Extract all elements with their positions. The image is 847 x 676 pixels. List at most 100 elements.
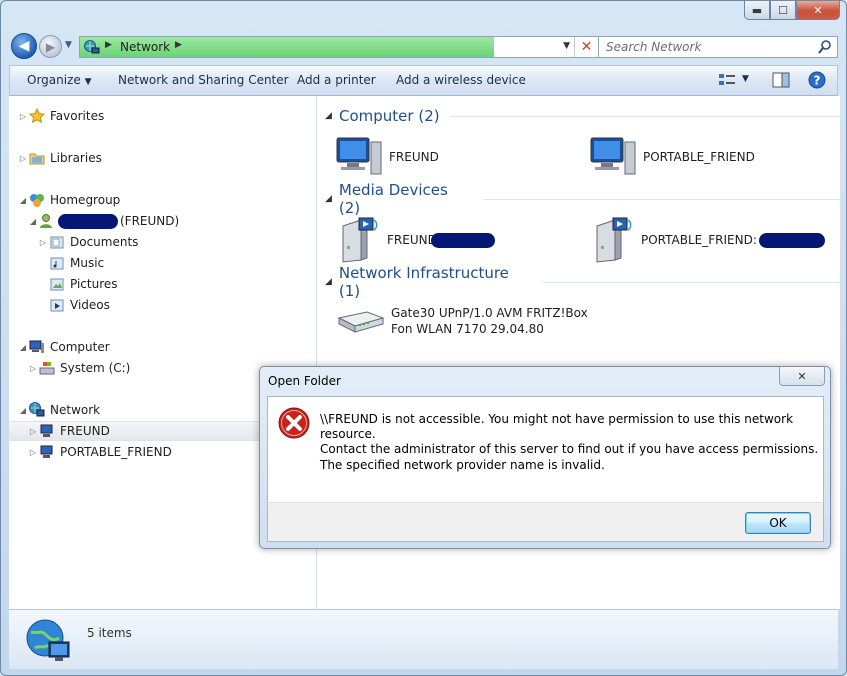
network-icon <box>29 402 45 417</box>
error-icon <box>278 407 310 439</box>
tile-label: FREUND <box>387 232 495 248</box>
dialog-title: Open Folder <box>268 374 341 388</box>
tile-label: PORTABLE_FRIEND: <box>641 232 825 248</box>
group-divider <box>482 198 840 200</box>
computer-tile-portable-friend[interactable]: PORTABLE_FRIEND <box>589 136 755 178</box>
error-message: \\FREUND is not accessible. You might no… <box>320 412 823 457</box>
group-title: Computer (2) <box>339 107 440 125</box>
tree-item-pictures[interactable]: Pictures <box>49 274 118 294</box>
address-bar[interactable]: ▶ Network ▶ ▼ ✕ <box>79 36 599 58</box>
tree-item-network[interactable]: ◢ Network <box>17 400 100 420</box>
videos-icon <box>50 299 64 312</box>
expand-arrow-icon[interactable]: ▷ <box>17 154 29 163</box>
tree-item-homegroup[interactable]: ◢ Homegroup <box>17 190 120 210</box>
media-tile-freund[interactable]: FREUND <box>339 216 495 264</box>
address-row: ◀ ▶ ▼ ▶ Network ▶ ▼ ✕ Search Network <box>9 31 838 61</box>
tree-label: Favorites <box>50 109 105 123</box>
tree-item-computer[interactable]: ◢ Computer <box>17 337 110 357</box>
redacted-name <box>430 233 495 248</box>
media-server-icon <box>342 217 378 263</box>
expand-arrow-icon[interactable]: ▷ <box>27 364 39 373</box>
homegroup-icon <box>30 194 44 207</box>
back-arrow-icon: ◀ <box>18 38 30 54</box>
maximize-button[interactable]: ☐ <box>770 1 796 20</box>
chevron-down-icon: ▼ <box>65 40 72 50</box>
item-count: 5 items <box>87 626 132 640</box>
group-header-computer[interactable]: ◢ Computer (2) <box>325 105 840 127</box>
command-bar: Organize ▼ Network and Sharing Center Ad… <box>9 65 838 96</box>
add-printer-button[interactable]: Add a printer <box>297 73 376 87</box>
network-icon <box>84 40 100 54</box>
group-title: Media Devices (2) <box>338 181 448 217</box>
breadcrumb-separator-icon[interactable]: ▶ <box>105 40 112 50</box>
breadcrumb-separator-icon[interactable]: ▶ <box>175 40 182 50</box>
dialog-footer: OK <box>267 502 824 542</box>
computer-icon <box>590 137 636 175</box>
collapse-arrow-icon[interactable]: ◢ <box>17 343 29 352</box>
group-collapse-icon[interactable]: ◢ <box>325 111 339 121</box>
computer-tile-freund[interactable]: FREUND <box>335 136 439 178</box>
address-dropdown-icon[interactable]: ▼ <box>563 41 570 51</box>
drive-icon <box>39 362 55 375</box>
stop-loading-button[interactable]: ✕ <box>574 37 598 57</box>
details-pane: 5 items <box>9 609 838 669</box>
group-collapse-icon[interactable]: ◢ <box>325 194 339 204</box>
back-button[interactable]: ◀ <box>11 33 37 59</box>
group-header-media-devices[interactable]: ◢ Media Devices (2) <box>325 181 840 217</box>
tree-item-videos[interactable]: Videos <box>49 295 110 315</box>
group-header-network-infrastructure[interactable]: ◢ Network Infrastructure (1) <box>325 264 840 300</box>
search-placeholder: Search Network <box>606 40 702 54</box>
expand-arrow-icon[interactable]: ▷ <box>17 112 29 121</box>
expand-arrow-icon[interactable]: ▷ <box>37 238 49 247</box>
group-collapse-icon[interactable]: ◢ <box>325 277 339 287</box>
dialog-close-button[interactable]: ✕ <box>779 367 825 386</box>
tree-item-documents[interactable]: ▷ Documents <box>37 232 139 252</box>
star-icon <box>29 108 45 124</box>
infrastructure-tile-fritzbox[interactable]: Gate30 UPnP/1.0 AVM FRITZ!Box Fon WLAN 71… <box>335 304 588 338</box>
collapse-arrow-icon[interactable]: ◢ <box>17 196 29 205</box>
search-icon[interactable] <box>818 39 832 55</box>
network-sharing-center-button[interactable]: Network and Sharing Center <box>118 73 289 87</box>
tree-item-system-c[interactable]: ▷ System (C:) <box>27 358 130 378</box>
svg-text:?: ? <box>814 74 821 88</box>
tree-item-libraries[interactable]: ▷ Libraries <box>17 148 102 168</box>
help-icon[interactable]: ? <box>808 71 826 89</box>
tree-item-favorites[interactable]: ▷ Favorites <box>17 106 104 126</box>
organize-menu[interactable]: Organize ▼ <box>27 73 92 87</box>
tree-item-portable-friend[interactable]: ▷ PORTABLE_FRIEND <box>27 442 172 462</box>
media-server-icon <box>596 217 632 263</box>
media-tile-portable-friend[interactable]: PORTABLE_FRIEND: <box>593 216 825 264</box>
tree-item-homegroup-user[interactable]: ◢ (FREUND) <box>27 211 179 231</box>
forward-button[interactable]: ▶ <box>39 35 62 58</box>
forward-arrow-icon: ▶ <box>45 39 56 54</box>
collapse-arrow-icon[interactable]: ◢ <box>27 217 39 226</box>
redacted-username <box>58 213 118 229</box>
add-wireless-device-button[interactable]: Add a wireless device <box>396 73 526 87</box>
tree-item-music[interactable]: Music <box>49 253 104 273</box>
tile-label-line2: Fon WLAN 7170 29.04.80 <box>391 322 544 336</box>
stop-x-icon: ✕ <box>580 39 593 55</box>
pictures-icon <box>50 278 64 291</box>
tree-label: (FREUND) <box>120 214 180 228</box>
computer-icon <box>336 137 382 175</box>
minimize-button[interactable]: ▬ <box>744 1 770 20</box>
breadcrumb-network[interactable]: Network <box>120 40 170 54</box>
close-icon: ✕ <box>797 369 807 383</box>
preview-pane-icon[interactable] <box>772 72 790 88</box>
view-options-dropdown-icon[interactable]: ▼ <box>742 74 749 84</box>
expand-arrow-icon[interactable]: ▷ <box>27 427 39 436</box>
libraries-icon <box>29 153 45 165</box>
dialog-body: \\FREUND is not accessible. You might no… <box>267 396 824 502</box>
tree-label: Videos <box>70 298 110 312</box>
search-box[interactable]: Search Network <box>598 36 838 58</box>
close-button[interactable]: ✕ <box>796 1 840 20</box>
collapse-arrow-icon[interactable]: ◢ <box>17 406 29 415</box>
tile-label: PORTABLE_FRIEND <box>643 150 755 164</box>
music-icon <box>50 257 64 270</box>
organize-label: Organize <box>27 73 81 87</box>
ok-button[interactable]: OK <box>745 512 811 534</box>
change-view-icon[interactable] <box>718 72 736 88</box>
recent-pages-button[interactable]: ▼ <box>65 40 72 50</box>
tree-label: PORTABLE_FRIEND <box>60 445 172 459</box>
expand-arrow-icon[interactable]: ▷ <box>27 448 39 457</box>
